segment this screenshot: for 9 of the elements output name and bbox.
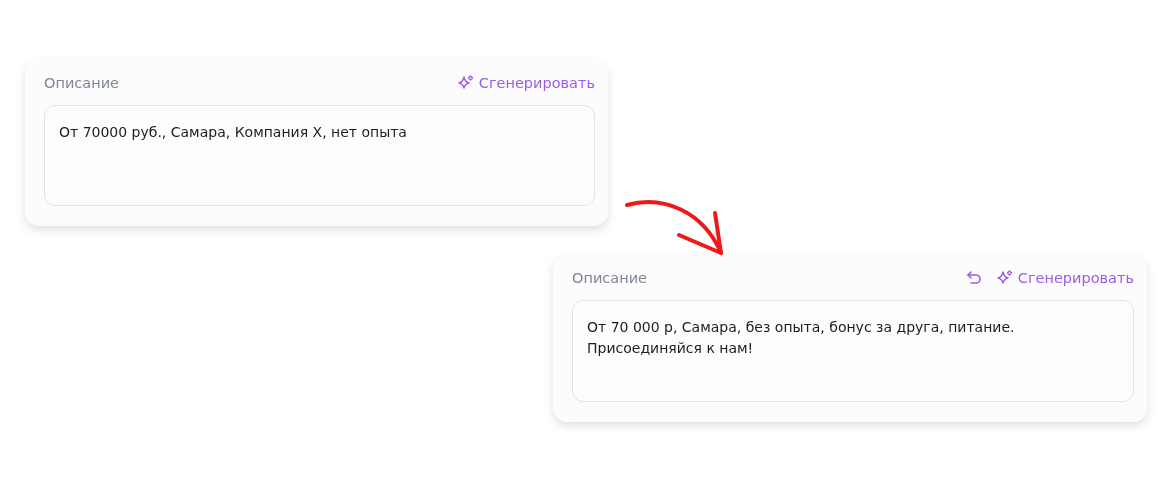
undo-button[interactable]	[964, 269, 983, 287]
description-field[interactable]: От 70 000 р, Самара, без опыта, бонус за друга, питание. Присоединяйся к нам!	[572, 300, 1134, 402]
generate-button[interactable]: Сгенерировать	[457, 75, 595, 91]
field-label: Описание	[44, 75, 119, 91]
sparkle-icon	[457, 75, 474, 91]
sparkle-icon	[996, 270, 1013, 286]
generate-button[interactable]: Сгенерировать	[996, 270, 1134, 286]
field-label: Описание	[572, 270, 647, 286]
description-field[interactable]: От 70000 руб., Самара, Компания Х, нет опыта	[44, 105, 595, 206]
